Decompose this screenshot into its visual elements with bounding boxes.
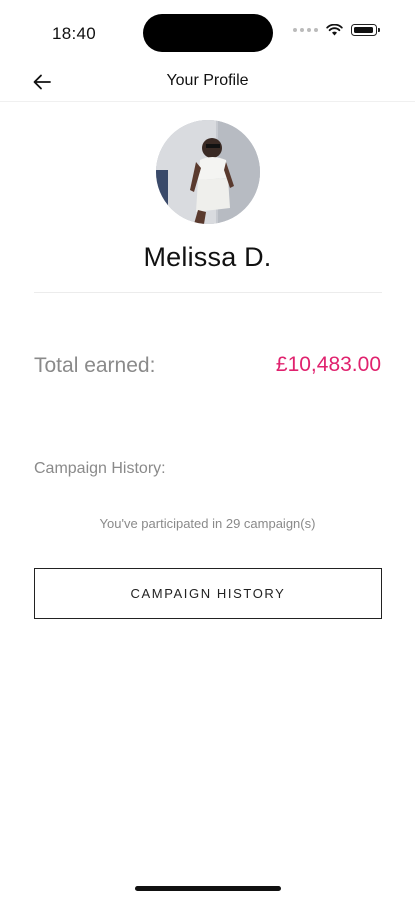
home-indicator[interactable] <box>135 886 281 891</box>
status-time: 18:40 <box>52 24 97 43</box>
nav-header: Your Profile <box>0 62 415 102</box>
dynamic-island <box>143 14 273 52</box>
battery-icon <box>351 24 380 36</box>
participation-count: You've participated in 29 campaign(s) <box>99 516 316 531</box>
profile-screen: 18:40 Your Profile Melissa D. Total earn… <box>0 0 415 900</box>
status-bar: 18:40 <box>0 0 415 62</box>
status-icons <box>293 24 380 36</box>
signal-icon <box>293 28 318 32</box>
total-earned-label: Total earned: <box>34 354 156 377</box>
page-title: Your Profile <box>166 72 249 89</box>
divider <box>34 292 382 293</box>
campaign-history-label: Campaign History: <box>34 460 166 477</box>
total-earned-value: £10,483.00 <box>275 353 381 376</box>
campaign-history-button[interactable]: CAMPAIGN HISTORY <box>34 568 382 619</box>
wifi-icon <box>326 24 343 36</box>
avatar <box>156 120 260 224</box>
profile-name: Melissa D. <box>143 242 272 272</box>
